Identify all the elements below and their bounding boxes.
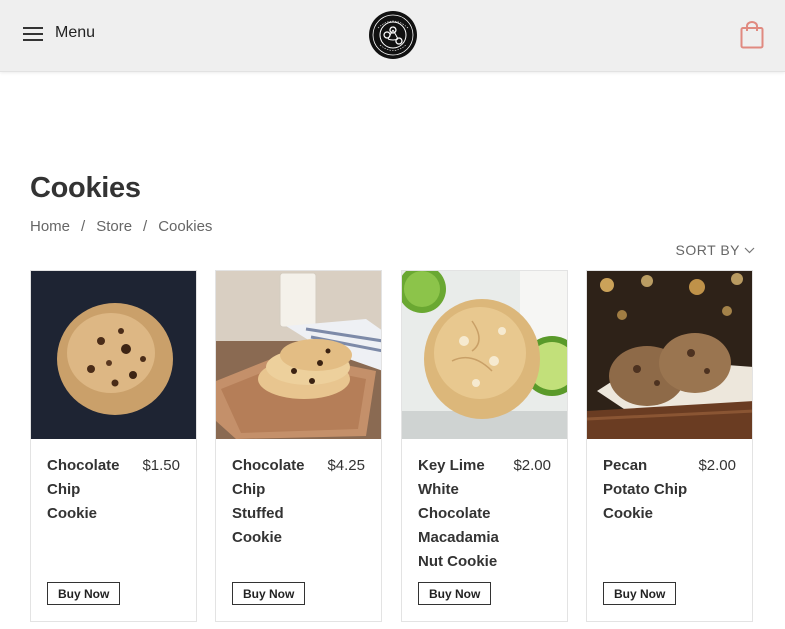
buy-now-button[interactable]: Buy Now <box>418 582 492 605</box>
menu-label: Menu <box>55 24 96 41</box>
product-name[interactable]: Key Lime White Chocolate Macadamia Nut C… <box>418 454 503 574</box>
page-title: Cookies <box>30 172 141 204</box>
shopping-bag-icon[interactable] <box>740 21 764 49</box>
product-price: $4.25 <box>327 457 365 474</box>
product-price: $2.00 <box>698 457 736 474</box>
stuffed-cookie-photo[interactable] <box>216 271 381 439</box>
hamburger-icon <box>23 25 43 41</box>
sort-by-dropdown[interactable]: SORT BY <box>676 242 755 258</box>
menu-button[interactable]: Menu <box>23 24 95 42</box>
breadcrumb-separator: / <box>81 218 86 235</box>
product-price: $1.50 <box>142 457 180 474</box>
buy-now-button[interactable]: Buy Now <box>47 582 121 605</box>
breadcrumb: Home / Store / Cookies <box>30 218 212 235</box>
chocolate-chip-cookie-photo[interactable] <box>31 271 196 439</box>
product-name[interactable]: Chocolate Chip Stuffed Cookie <box>232 454 317 550</box>
top-navigation-bar: Menu <box>0 0 785 72</box>
buy-now-button[interactable]: Buy Now <box>232 582 306 605</box>
breadcrumb-cookies[interactable]: Cookies <box>158 218 212 235</box>
product-price: $2.00 <box>513 457 551 474</box>
breadcrumb-home[interactable]: Home <box>30 218 70 235</box>
buy-now-button[interactable]: Buy Now <box>603 582 677 605</box>
breadcrumb-store[interactable]: Store <box>96 218 132 235</box>
sort-by-label: SORT BY <box>675 242 740 258</box>
breadcrumb-separator: / <box>143 218 148 235</box>
product-name[interactable]: Pecan Potato Chip Cookie <box>603 454 688 526</box>
product-card[interactable]: Chocolate Chip Cookie $1.50 Buy Now <box>30 270 197 622</box>
product-card[interactable]: Key Lime White Chocolate Macadamia Nut C… <box>401 270 568 622</box>
chevron-down-icon <box>744 247 755 253</box>
product-card[interactable]: Chocolate Chip Stuffed Cookie $4.25 Buy … <box>215 270 382 622</box>
key-lime-cookie-photo[interactable] <box>402 271 567 439</box>
cupcake-logo[interactable] <box>368 10 418 60</box>
product-name[interactable]: Chocolate Chip Cookie <box>47 454 132 526</box>
product-card[interactable]: Pecan Potato Chip Cookie $2.00 Buy Now <box>586 270 753 622</box>
pecan-cookie-photo[interactable] <box>587 271 752 439</box>
